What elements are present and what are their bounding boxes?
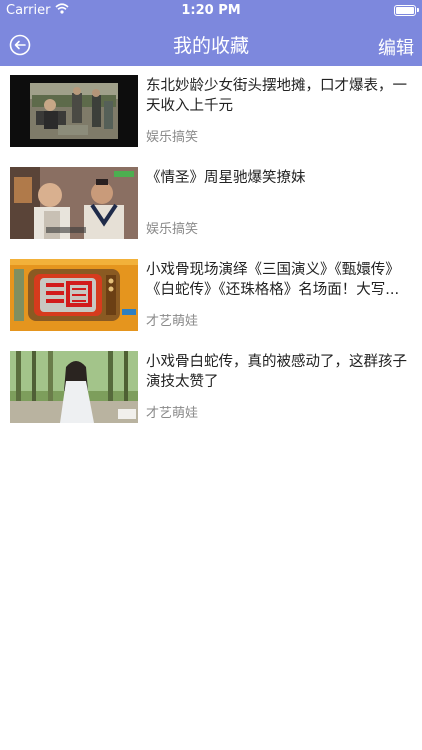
video-category: 娱乐搞笑 bbox=[146, 222, 199, 237]
video-thumbnail bbox=[10, 259, 138, 331]
favorite-item[interactable]: 小戏骨白蛇传，真的被感动了，这群孩子演技太赞了 才艺萌娃 bbox=[0, 342, 422, 434]
favorites-list: 东北妙龄少女街头摆地摊，口才爆表，一天收入上千元 娱乐搞笑 《情圣》周星驰爆笑撩… bbox=[0, 66, 422, 434]
favorite-item[interactable]: 东北妙龄少女街头摆地摊，口才爆表，一天收入上千元 娱乐搞笑 bbox=[0, 66, 422, 158]
edit-button[interactable]: 编辑 bbox=[378, 34, 414, 60]
video-category: 娱乐搞笑 bbox=[146, 130, 199, 145]
video-category: 才艺萌娃 bbox=[146, 406, 199, 421]
status-bar: Carrier 1:20 PM bbox=[0, 0, 422, 22]
video-thumbnail bbox=[10, 75, 138, 147]
battery-level bbox=[396, 7, 414, 14]
favorite-item[interactable]: 小戏骨现场演绎《三国演义》《甄嬛传》《白蛇传》《还珠格格》名场面！大写... 才… bbox=[0, 250, 422, 342]
video-title: 东北妙龄少女街头摆地摊，口才爆表，一天收入上千元 bbox=[146, 78, 407, 114]
video-title: 《情圣》周星驰爆笑撩妹 bbox=[146, 170, 306, 186]
video-title: 小戏骨现场演绎《三国演义》《甄嬛传》《白蛇传》《还珠格格》名场面！大写... bbox=[146, 262, 400, 298]
page-title: 我的收藏 bbox=[172, 35, 249, 57]
favorite-item[interactable]: 《情圣》周星驰爆笑撩妹 娱乐搞笑 bbox=[0, 158, 422, 250]
status-time: 1:20 PM bbox=[181, 3, 241, 18]
video-thumbnail bbox=[10, 351, 138, 423]
video-thumbnail bbox=[10, 167, 138, 239]
video-title: 小戏骨白蛇传，真的被感动了，这群孩子演技太赞了 bbox=[146, 354, 407, 390]
video-category: 才艺萌娃 bbox=[146, 314, 199, 329]
navigation-bar: 我的收藏 编辑 bbox=[0, 22, 422, 66]
battery-icon bbox=[394, 5, 419, 16]
